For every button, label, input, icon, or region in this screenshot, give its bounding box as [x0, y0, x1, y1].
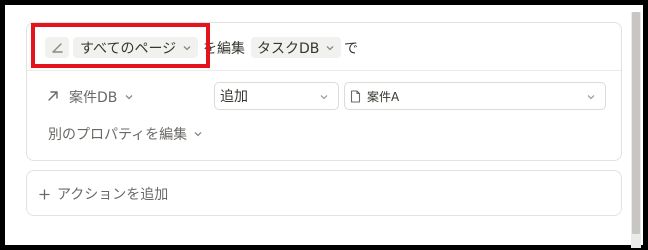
- property-name: 案件DB: [69, 90, 118, 106]
- page-icon: [350, 89, 361, 103]
- highlight-annotation: [31, 23, 210, 68]
- edit-other-property-button[interactable]: 別のプロパティを編集: [48, 124, 203, 144]
- scrollbar[interactable]: [631, 12, 641, 248]
- chevron-down-icon: [325, 43, 335, 53]
- relation-arrow-icon: [46, 89, 60, 103]
- scrollbar-thumb[interactable]: [632, 12, 640, 234]
- chevron-down-icon: [193, 129, 203, 139]
- add-action-card[interactable]: アクションを追加: [26, 170, 622, 216]
- target-page-select[interactable]: 案件A: [344, 82, 606, 110]
- window-frame: すべてのページ を編集 タスクDB で 案件DB 追加 案件A 別のプロパティを…: [0, 0, 648, 250]
- add-action-button[interactable]: アクションを追加: [39, 184, 168, 204]
- operation-value: 追加: [220, 89, 248, 105]
- plus-icon: [39, 188, 50, 200]
- target-value: 案件A: [367, 89, 400, 104]
- edit-other-label: 別のプロパティを編集: [48, 127, 188, 143]
- divider: [27, 70, 621, 71]
- add-action-label: アクションを追加: [57, 187, 169, 203]
- suffix-text: で: [344, 41, 358, 57]
- chevron-down-icon: [319, 92, 329, 102]
- operation-select[interactable]: 追加: [214, 82, 339, 110]
- property-dropdown[interactable]: 案件DB: [69, 87, 134, 107]
- database-dropdown[interactable]: タスクDB: [251, 37, 342, 58]
- chevron-down-icon: [124, 92, 134, 102]
- database-label: タスクDB: [257, 40, 320, 57]
- chevron-down-icon: [586, 92, 596, 102]
